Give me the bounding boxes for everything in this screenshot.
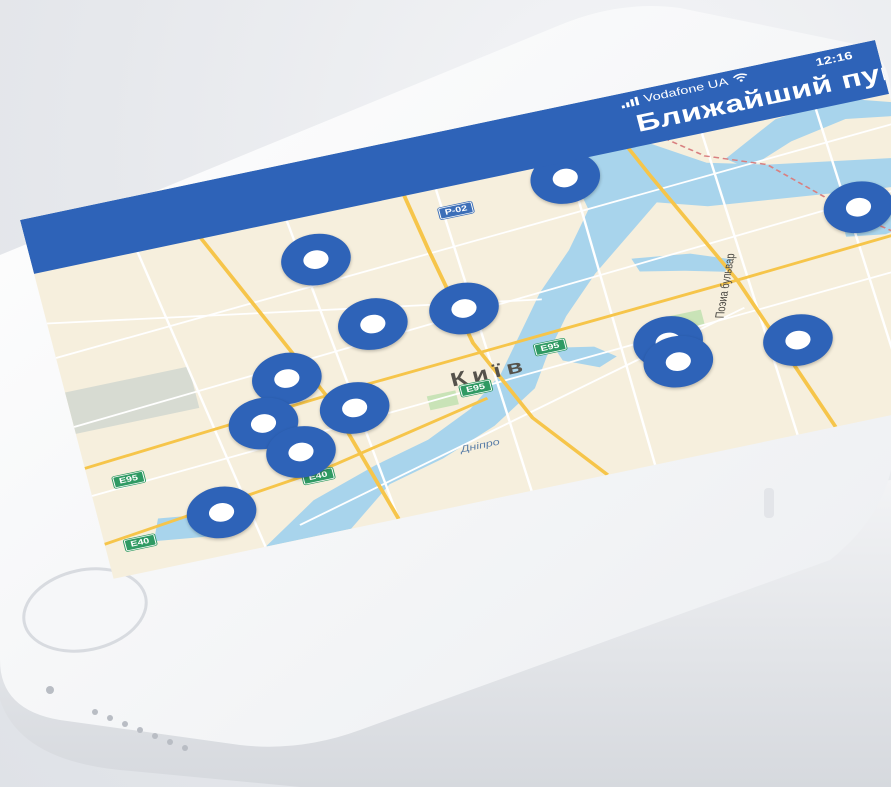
- product-mockup-scene: Р-02 E95 E95 E95 E40 E40 Київ Поэиа буль…: [0, 0, 891, 787]
- signal-icon: [620, 96, 640, 109]
- wifi-icon: [732, 71, 750, 86]
